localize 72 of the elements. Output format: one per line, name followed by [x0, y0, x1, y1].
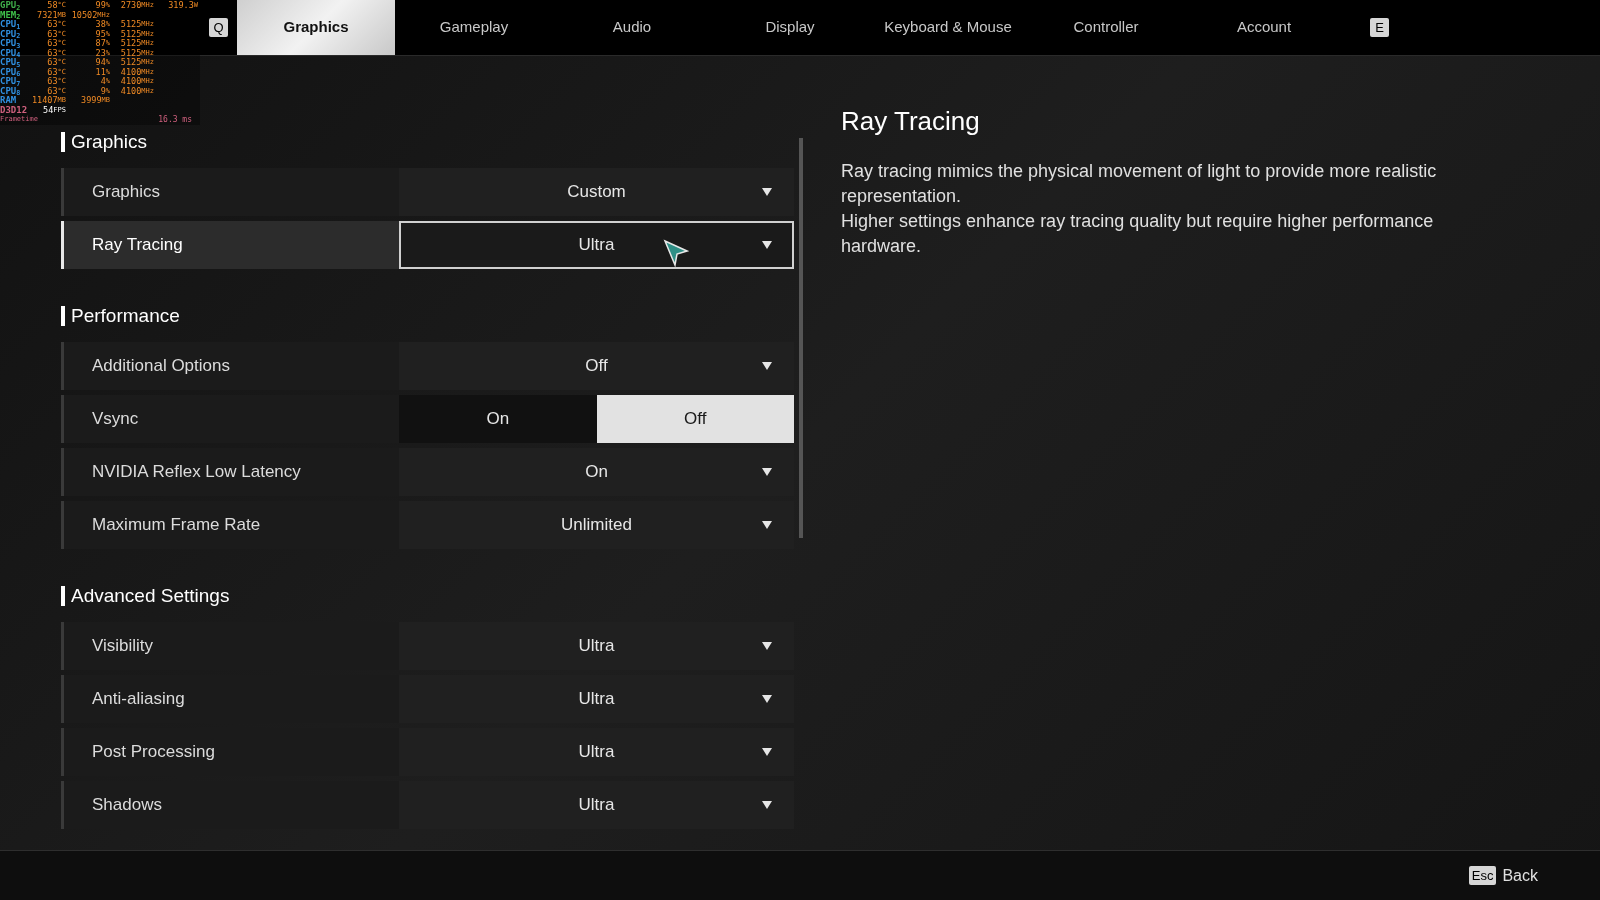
setting-label: Post Processing [92, 741, 215, 764]
setting-label: Maximum Frame Rate [92, 514, 261, 537]
caret-icon [762, 362, 772, 370]
setting-label: Ray Tracing [92, 234, 183, 257]
setting-row[interactable]: Visibility Ultra [61, 622, 794, 670]
cursor-icon [663, 239, 689, 267]
setting-row[interactable]: Shadows Ultra [61, 781, 794, 829]
setting-row[interactable]: NVIDIA Reflex Low Latency On [61, 448, 794, 496]
setting-label: Graphics [92, 181, 161, 204]
section-heading: Graphics [71, 129, 148, 154]
overlay-label: CPU$_{6}$ [0, 67, 22, 77]
tab[interactable]: Graphics [237, 0, 395, 55]
dropdown[interactable]: Ultra [399, 622, 794, 670]
dropdown[interactable]: Unlimited [399, 501, 794, 549]
toggle-option[interactable]: On [399, 395, 597, 443]
overlay-label: CPU$_{7}$ [0, 77, 22, 87]
key-hint: Q [209, 18, 228, 37]
dropdown[interactable]: Ultra [399, 728, 794, 776]
setting-row[interactable]: Ray Tracing Ultra [61, 221, 794, 269]
caret-icon [762, 695, 772, 703]
setting-row[interactable]: Vsync On Off [61, 395, 794, 443]
setting-label: Visibility [92, 635, 154, 658]
setting-row[interactable]: Anti-aliasing Ultra [61, 675, 794, 723]
caret-icon [762, 468, 772, 476]
setting-row[interactable]: Maximum Frame Rate Unlimited [61, 501, 794, 549]
dropdown[interactable]: Ultra [399, 221, 794, 269]
dropdown[interactable]: On [399, 448, 794, 496]
tab[interactable]: Audio [553, 0, 711, 55]
key-hint: E [1370, 18, 1389, 37]
dropdown[interactable]: Custom [399, 168, 794, 216]
description-title: Ray Tracing [841, 105, 981, 138]
setting-label: Anti-aliasing [92, 688, 185, 711]
caret-icon [762, 241, 772, 249]
overlay-label: GPU$_{2}$ [0, 1, 22, 11]
setting-label: Vsync [92, 408, 139, 431]
overlay-label: CPU$_{1}$ [0, 20, 22, 30]
scrollbar[interactable] [799, 138, 803, 538]
description-text: Ray tracing mimics the physical movement of light to provide more realistic representation. [841, 160, 1438, 208]
setting-row[interactable]: Additional Options Off [61, 342, 794, 390]
overlay-label: CPU$_{3}$ [0, 39, 22, 49]
section-heading: Performance [71, 303, 180, 328]
overlay-label: CPU$_{4}$ [0, 48, 22, 58]
overlay-label: CPU$_{8}$ [0, 86, 22, 96]
dropdown[interactable]: Off [399, 342, 794, 390]
overlay-label: CPU$_{5}$ [0, 58, 22, 68]
caret-icon [762, 748, 772, 756]
setting-label: Additional Options [92, 355, 230, 378]
setting-row[interactable]: Post Processing Ultra [61, 728, 794, 776]
dropdown[interactable]: Ultra [399, 675, 794, 723]
setting-label: NVIDIA Reflex Low Latency [92, 461, 301, 484]
back-button[interactable]: Back [1502, 863, 1538, 888]
key-hint: Esc [1468, 866, 1497, 885]
caret-icon [762, 642, 772, 650]
caret-icon [762, 521, 772, 529]
tab[interactable]: Display [711, 0, 869, 55]
setting-row[interactable]: Graphics Custom [61, 168, 794, 216]
tab[interactable]: Account [1185, 0, 1343, 55]
toggle-option[interactable]: Off [596, 395, 794, 443]
overlay-label: CPU$_{2}$ [0, 29, 22, 39]
overlay-label: D3D12 [0, 105, 28, 115]
tab[interactable]: Gameplay [395, 0, 553, 55]
overlay-label: MEM$_{2}$ [0, 10, 22, 20]
caret-icon [762, 188, 772, 196]
frametime-reading: 16.3 ms [158, 115, 192, 125]
section-heading: Advanced Settings [71, 583, 230, 608]
setting-label: Shadows [92, 794, 162, 817]
overlay-label: RAM [0, 96, 17, 106]
description-text: Higher settings enhance ray tracing quality but require higher performance hardware. [841, 210, 1435, 258]
dropdown[interactable]: Ultra [399, 781, 794, 829]
tab[interactable]: Controller [1027, 0, 1185, 55]
caret-icon [762, 801, 772, 809]
tab[interactable]: Keyboard & Mouse [869, 0, 1027, 55]
